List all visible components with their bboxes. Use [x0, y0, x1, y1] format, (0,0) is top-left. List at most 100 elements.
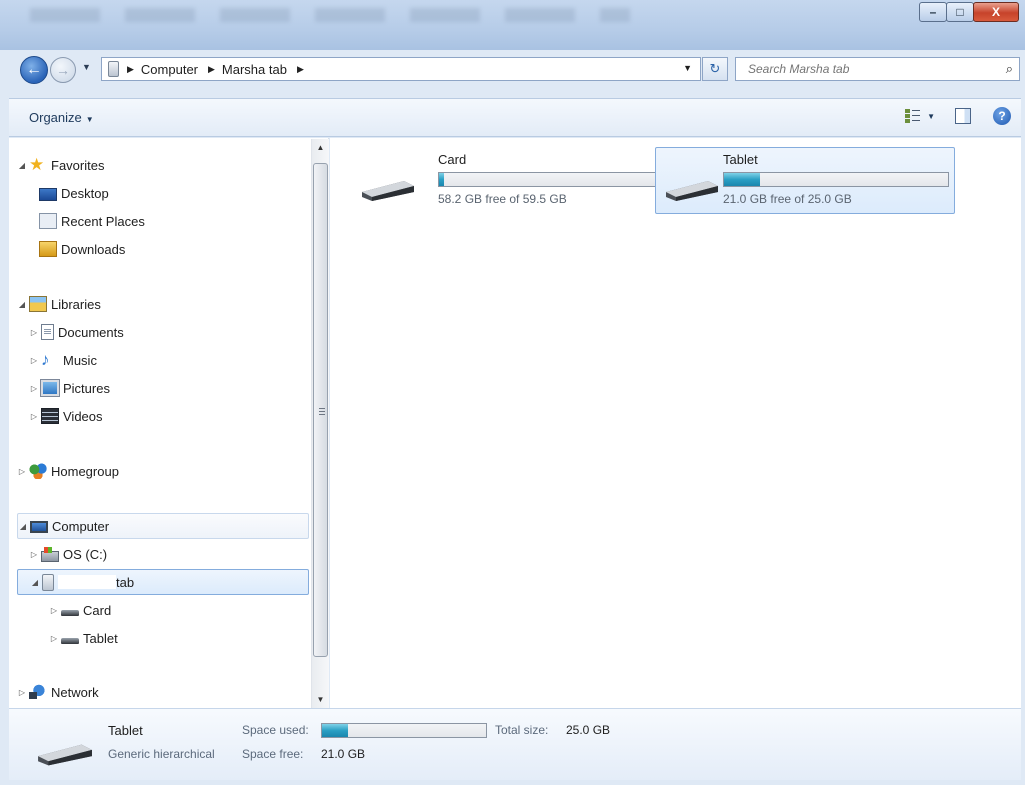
- expand-icon[interactable]: ▷: [29, 356, 39, 365]
- drive-tile-tablet[interactable]: Tablet 21.0 GB free of 25.0 GB: [655, 147, 955, 214]
- address-bar[interactable]: ▶ Computer ▶ Marsha tab ▶ ▼: [101, 57, 701, 81]
- grip-icon: [319, 408, 325, 415]
- tree-label: Desktop: [61, 185, 109, 201]
- desktop-icon: [39, 187, 57, 201]
- drive-name: Tablet: [723, 152, 758, 167]
- tree-documents[interactable]: ▷ Documents: [29, 319, 124, 345]
- recent-places-icon: [39, 213, 57, 229]
- maximize-button[interactable]: □: [946, 2, 974, 22]
- tree-tablet[interactable]: ▷ Tablet: [49, 625, 118, 651]
- tree-homegroup[interactable]: ▷ Homegroup: [17, 458, 119, 484]
- minimize-button[interactable]: –: [919, 2, 947, 22]
- space-used-bar: [321, 723, 487, 738]
- hard-drive-icon: [41, 546, 59, 562]
- drive-name: Card: [438, 152, 467, 167]
- collapse-icon[interactable]: ◢: [17, 300, 27, 309]
- total-size-label: Total size:: [495, 723, 549, 737]
- chevron-down-icon: ▼: [85, 115, 94, 124]
- preview-pane-icon[interactable]: [955, 108, 971, 124]
- address-dropdown-icon[interactable]: ▼: [683, 63, 692, 73]
- removable-drive-icon: [38, 744, 92, 766]
- tree-downloads[interactable]: Downloads: [39, 236, 125, 262]
- tree-libraries[interactable]: ◢ Libraries: [17, 291, 101, 317]
- breadcrumb-separator-icon[interactable]: ▶: [208, 64, 215, 75]
- drive-tile-card[interactable]: Card 58.2 GB free of 59.5 GB: [352, 148, 664, 215]
- view-options-dropdown[interactable]: ▼: [927, 112, 935, 121]
- tree-card[interactable]: ▷ Card: [49, 597, 111, 623]
- documents-icon: [41, 324, 54, 340]
- change-view-icon[interactable]: [905, 108, 922, 124]
- usage-fill: [724, 173, 760, 186]
- tree-label: Card: [83, 602, 112, 618]
- scrollbar-thumb[interactable]: [313, 163, 328, 657]
- search-icon[interactable]: ⌕: [1006, 61, 1013, 77]
- tree-label: Documents: [58, 324, 124, 340]
- organize-button[interactable]: Organize ▼: [29, 110, 94, 125]
- tree-music[interactable]: ▷ ♪ Music: [29, 347, 97, 373]
- tree-label: Music: [63, 352, 97, 368]
- scroll-down-icon[interactable]: ▼: [312, 691, 329, 708]
- blurred-background: [30, 8, 630, 22]
- drive-free-space: 58.2 GB free of 59.5 GB: [438, 192, 567, 206]
- tree-favorites[interactable]: ◢ ★ Favorites: [17, 152, 105, 178]
- expand-icon[interactable]: ▷: [29, 384, 39, 393]
- details-pane: Tablet Generic hierarchical Space used: …: [9, 708, 1021, 780]
- arrow-right-icon: →: [56, 62, 70, 78]
- breadcrumb-device[interactable]: Marsha tab: [222, 62, 287, 77]
- drive-icon: [61, 638, 79, 644]
- window-controls: – □ X: [919, 2, 1019, 22]
- expand-icon[interactable]: ▷: [29, 412, 39, 421]
- expand-icon[interactable]: ▷: [49, 634, 59, 643]
- tree-label: Homegroup: [51, 463, 119, 479]
- network-icon: [29, 684, 47, 700]
- computer-icon: [30, 520, 48, 533]
- title-bar: – □ X: [0, 0, 1025, 50]
- tree-label: Favorites: [51, 157, 105, 173]
- navigation-scrollbar[interactable]: ▲ ▼: [311, 139, 329, 708]
- recent-pages-dropdown[interactable]: ▼: [82, 62, 91, 72]
- space-free-label: Space free:: [242, 747, 304, 761]
- tree-pictures[interactable]: ▷ Pictures: [29, 375, 110, 401]
- expand-icon[interactable]: ▷: [29, 328, 39, 337]
- removable-drive-icon: [666, 181, 718, 201]
- drive-usage-bar: [723, 172, 949, 187]
- tree-label: Computer: [52, 518, 110, 534]
- breadcrumb-computer[interactable]: Computer: [141, 62, 198, 77]
- help-icon[interactable]: ?: [993, 107, 1011, 125]
- search-box[interactable]: ⌕: [735, 57, 1020, 81]
- expand-icon[interactable]: ▷: [17, 688, 27, 697]
- tree-network[interactable]: ▷ Network: [17, 679, 99, 705]
- refresh-button[interactable]: ↻: [702, 57, 728, 81]
- space-free-value: 21.0 GB: [321, 747, 366, 761]
- tree-desktop[interactable]: Desktop: [39, 180, 109, 206]
- tree-label: Downloads: [61, 241, 126, 257]
- collapse-icon[interactable]: ◢: [17, 161, 27, 170]
- drive-free-space: 21.0 GB free of 25.0 GB: [723, 192, 852, 206]
- back-button[interactable]: ←: [20, 56, 48, 84]
- tree-recent-places[interactable]: Recent Places: [39, 208, 145, 234]
- tree-os-c[interactable]: ▷ OS (C:): [29, 541, 107, 567]
- total-size-value: 25.0 GB: [566, 723, 611, 737]
- usage-fill: [322, 724, 349, 737]
- breadcrumb-separator-icon[interactable]: ▶: [297, 64, 304, 75]
- expand-icon[interactable]: ▷: [29, 550, 39, 559]
- film-icon: [41, 408, 59, 424]
- breadcrumb-separator-icon[interactable]: ▶: [127, 64, 134, 75]
- tree-label: Recent Places: [61, 213, 145, 229]
- expand-icon[interactable]: ▷: [49, 606, 59, 615]
- expand-icon[interactable]: ▷: [17, 467, 27, 476]
- scroll-up-icon[interactable]: ▲: [312, 139, 329, 156]
- collapse-icon[interactable]: ◢: [18, 522, 28, 531]
- close-button[interactable]: X: [973, 2, 1019, 22]
- tree-computer[interactable]: ◢ Computer: [17, 513, 309, 539]
- device-icon: [108, 61, 119, 77]
- collapse-icon[interactable]: ◢: [30, 578, 40, 587]
- drive-icon: [61, 610, 79, 616]
- toolbar-right-group: ▼ ?: [905, 107, 1011, 125]
- tree-videos[interactable]: ▷ Videos: [29, 403, 103, 429]
- space-used-label: Space used:: [242, 723, 309, 737]
- tree-device[interactable]: ◢ tab: [17, 569, 309, 595]
- details-item-name: Tablet: [108, 723, 143, 738]
- forward-button[interactable]: →: [50, 57, 76, 83]
- search-input[interactable]: [746, 61, 986, 77]
